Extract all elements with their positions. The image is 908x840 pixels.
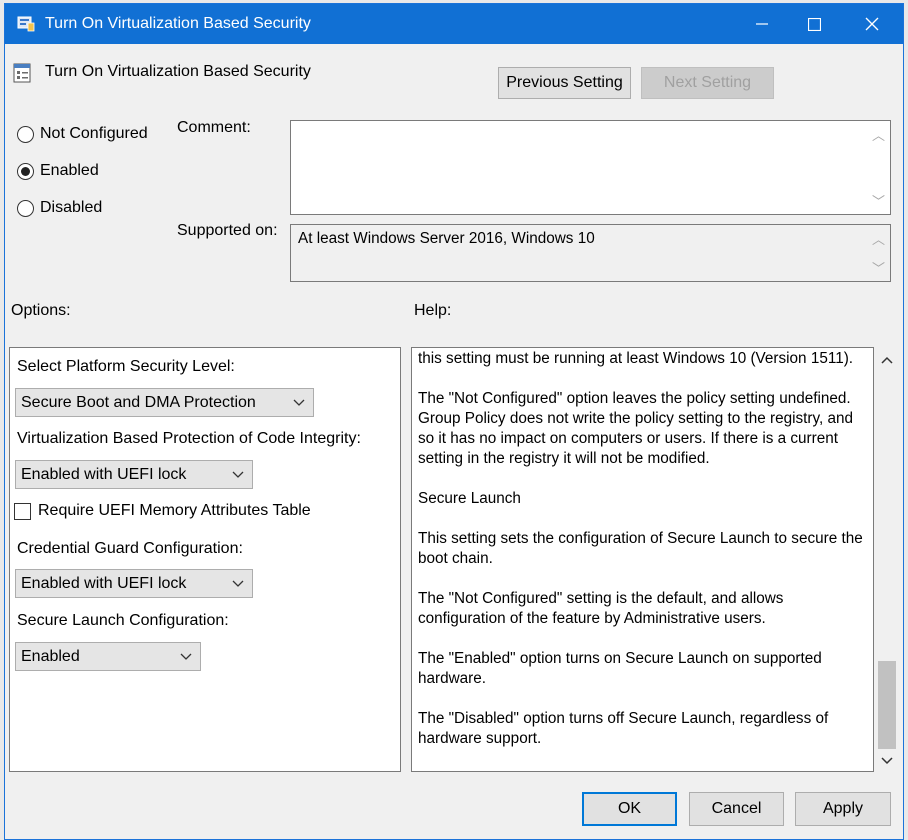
credential-guard-label: Credential Guard Configuration: bbox=[17, 540, 243, 557]
window-title: Turn On Virtualization Based Security bbox=[45, 15, 311, 32]
comment-field[interactable]: ︿ ﹀ bbox=[290, 120, 891, 215]
scroll-down-icon[interactable]: ﹀ bbox=[872, 258, 885, 277]
ok-button[interactable]: OK bbox=[582, 792, 677, 826]
radio-label: Enabled bbox=[40, 162, 99, 179]
help-heading: Help: bbox=[414, 302, 452, 319]
group-policy-icon bbox=[17, 16, 35, 32]
secure-launch-label: Secure Launch Configuration: bbox=[17, 612, 229, 629]
chevron-down-icon bbox=[293, 399, 305, 406]
scroll-up-icon[interactable] bbox=[881, 355, 893, 365]
supported-on-field[interactable]: At least Windows Server 2016, Windows 10… bbox=[290, 224, 891, 282]
maximize-icon bbox=[807, 17, 821, 31]
help-paragraph: This setting sets the configuration of S… bbox=[418, 530, 863, 567]
help-paragraph: The "Not Configured" option leaves the p… bbox=[418, 390, 854, 467]
help-scrollbar[interactable] bbox=[874, 347, 900, 772]
maximize-button[interactable] bbox=[791, 4, 837, 44]
comment-label: Comment: bbox=[177, 119, 251, 136]
supported-on-value: At least Windows Server 2016, Windows 10 bbox=[298, 230, 595, 247]
radio-disabled[interactable]: Disabled bbox=[17, 199, 102, 217]
chevron-down-icon bbox=[180, 653, 192, 660]
radio-circle[interactable] bbox=[17, 162, 34, 180]
dropdown-value: Enabled bbox=[21, 648, 80, 665]
uefi-memory-attributes-checkbox[interactable]: Require UEFI Memory Attributes Table bbox=[14, 502, 311, 520]
radio-label: Disabled bbox=[40, 199, 103, 216]
policy-setting-icon bbox=[13, 63, 31, 83]
vbs-code-integrity-dropdown[interactable]: Enabled with UEFI lock bbox=[15, 460, 253, 489]
options-panel: Select Platform Security Level: Secure B… bbox=[9, 347, 401, 772]
chevron-down-icon bbox=[232, 580, 244, 587]
scroll-down-icon[interactable] bbox=[881, 756, 893, 766]
help-text: this setting must be running at least Wi… bbox=[418, 349, 873, 769]
close-button[interactable] bbox=[849, 4, 895, 44]
credential-guard-dropdown[interactable]: Enabled with UEFI lock bbox=[15, 569, 253, 598]
help-paragraph: this setting must be running at least Wi… bbox=[418, 350, 854, 367]
policy-dialog: Turn On Virtualization Based Security Tu… bbox=[4, 3, 904, 840]
title-bar[interactable]: Turn On Virtualization Based Security bbox=[5, 4, 903, 44]
radio-not-configured[interactable]: Not Configured bbox=[17, 125, 148, 143]
setting-title: Turn On Virtualization Based Security bbox=[45, 63, 311, 80]
minimize-icon bbox=[756, 23, 768, 25]
platform-security-dropdown[interactable]: Secure Boot and DMA Protection bbox=[15, 388, 314, 417]
minimize-button[interactable] bbox=[739, 4, 785, 44]
apply-button[interactable]: Apply bbox=[795, 792, 891, 826]
dropdown-value: Secure Boot and DMA Protection bbox=[21, 394, 256, 411]
platform-security-label: Select Platform Security Level: bbox=[17, 358, 235, 375]
supported-on-label: Supported on: bbox=[177, 222, 278, 239]
previous-setting-button[interactable]: Previous Setting bbox=[498, 67, 631, 99]
cancel-button[interactable]: Cancel bbox=[689, 792, 784, 826]
help-paragraph: The "Not Configured" setting is the defa… bbox=[418, 590, 784, 627]
scroll-down-icon[interactable]: ﹀ bbox=[872, 191, 885, 210]
help-paragraph: The "Enabled" option turns on Secure Lau… bbox=[418, 650, 822, 687]
scroll-thumb[interactable] bbox=[878, 661, 896, 749]
close-icon bbox=[865, 17, 879, 31]
radio-label: Not Configured bbox=[40, 125, 148, 142]
radio-circle[interactable] bbox=[17, 199, 34, 217]
scroll-up-icon[interactable]: ︿ bbox=[872, 125, 885, 144]
radio-circle[interactable] bbox=[17, 125, 34, 143]
options-heading: Options: bbox=[11, 302, 71, 319]
secure-launch-dropdown[interactable]: Enabled bbox=[15, 642, 201, 671]
dropdown-value: Enabled with UEFI lock bbox=[21, 466, 187, 483]
next-setting-button[interactable]: Next Setting bbox=[641, 67, 774, 99]
help-paragraph: Secure Launch bbox=[418, 490, 521, 507]
dropdown-value: Enabled with UEFI lock bbox=[21, 575, 187, 592]
help-paragraph: The "Disabled" option turns off Secure L… bbox=[418, 710, 829, 747]
checkbox-label: Require UEFI Memory Attributes Table bbox=[38, 502, 311, 519]
scroll-up-icon[interactable]: ︿ bbox=[872, 229, 885, 248]
supported-scrollbar[interactable]: ︿ ﹀ bbox=[868, 225, 890, 281]
radio-enabled[interactable]: Enabled bbox=[17, 162, 99, 180]
checkbox-box[interactable] bbox=[14, 502, 31, 520]
radio-selected-dot bbox=[21, 166, 30, 176]
vbs-code-integrity-label: Virtualization Based Protection of Code … bbox=[17, 430, 361, 447]
chevron-down-icon bbox=[232, 471, 244, 478]
help-panel[interactable]: this setting must be running at least Wi… bbox=[411, 347, 874, 772]
comment-scrollbar[interactable]: ︿ ﹀ bbox=[868, 121, 890, 214]
